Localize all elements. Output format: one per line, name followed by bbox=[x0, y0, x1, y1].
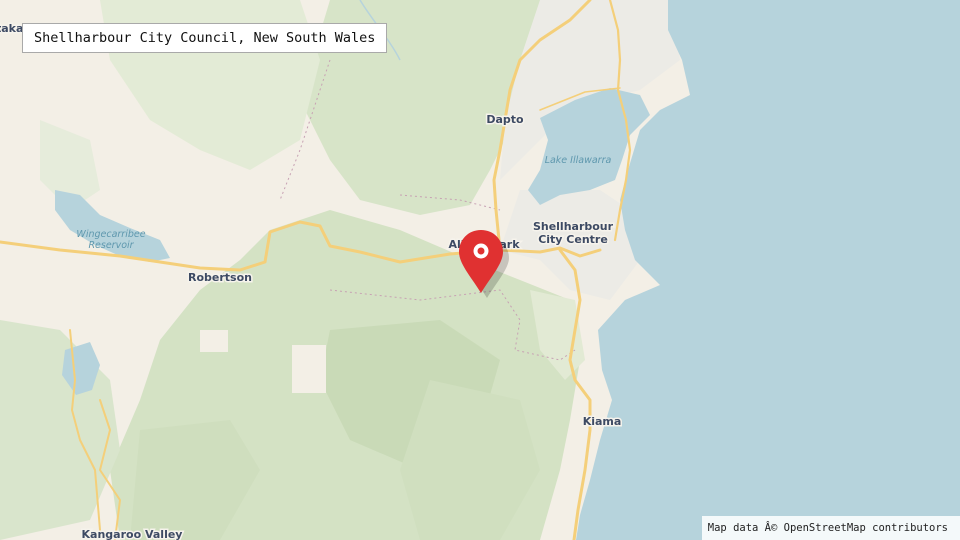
map-title: Shellharbour City Council, New South Wal… bbox=[22, 23, 388, 53]
water-label-lake-illawarra: Lake Illawarra bbox=[545, 155, 612, 166]
place-label-robertson: Robertson bbox=[188, 271, 252, 284]
place-label-shellharbour-centre: City Centre bbox=[538, 233, 608, 246]
place-label-dapto: Dapto bbox=[486, 113, 524, 126]
place-label-kiama: Kiama bbox=[583, 415, 622, 428]
water-label-reservoir: Reservoir bbox=[88, 240, 134, 251]
place-label-kangaroo-valley: Kangaroo Valley bbox=[82, 528, 183, 540]
water-label-wingecarribee: Wingecarribee bbox=[76, 229, 145, 240]
map-attribution[interactable]: Map data Â© OpenStreetMap contributors bbox=[701, 516, 960, 540]
place-label-shellharbour: Shellharbour bbox=[533, 220, 614, 233]
map-canvas[interactable]: takago Dapto Shellharbour City Centre Ro… bbox=[0, 0, 960, 540]
